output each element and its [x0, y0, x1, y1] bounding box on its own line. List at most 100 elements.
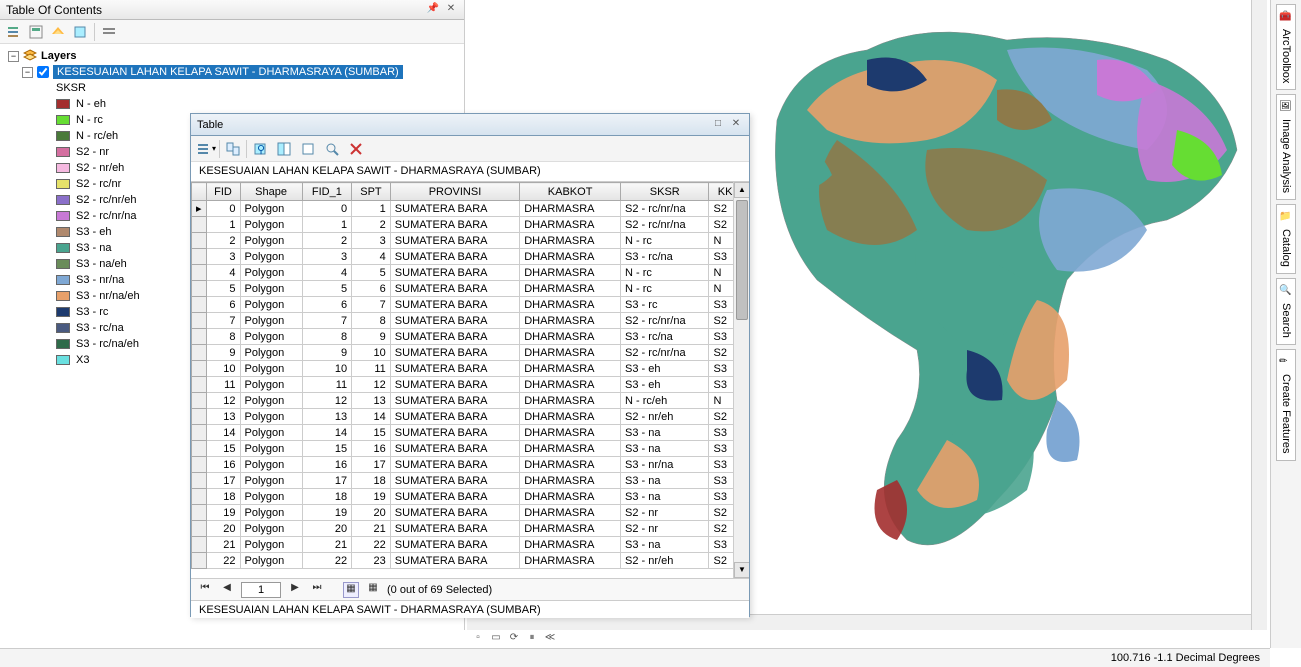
- cell[interactable]: Polygon: [240, 297, 302, 313]
- layer-visibility-checkbox[interactable]: [37, 66, 49, 78]
- cell[interactable]: 12: [352, 377, 391, 393]
- cell[interactable]: 11: [352, 361, 391, 377]
- cell[interactable]: SUMATERA BARA: [390, 265, 519, 281]
- row-selector[interactable]: [192, 473, 207, 489]
- cell[interactable]: SUMATERA BARA: [390, 249, 519, 265]
- refresh-icon[interactable]: ⟳: [507, 632, 521, 646]
- cell[interactable]: 19: [302, 505, 352, 521]
- cell[interactable]: SUMATERA BARA: [390, 441, 519, 457]
- cell[interactable]: DHARMASRA: [520, 425, 621, 441]
- cell[interactable]: 5: [206, 281, 240, 297]
- cell[interactable]: Polygon: [240, 265, 302, 281]
- cell[interactable]: SUMATERA BARA: [390, 233, 519, 249]
- cell[interactable]: SUMATERA BARA: [390, 425, 519, 441]
- cell[interactable]: Polygon: [240, 233, 302, 249]
- row-selector[interactable]: [192, 217, 207, 233]
- pin-icon[interactable]: 📌: [426, 3, 440, 17]
- cell[interactable]: S3 - na: [621, 473, 709, 489]
- cell[interactable]: DHARMASRA: [520, 553, 621, 569]
- cell[interactable]: 2: [302, 233, 352, 249]
- cell[interactable]: SUMATERA BARA: [390, 409, 519, 425]
- cell[interactable]: 9: [302, 345, 352, 361]
- cell[interactable]: N - rc: [621, 265, 709, 281]
- cell[interactable]: 0: [206, 201, 240, 217]
- show-all-icon[interactable]: ▦: [343, 582, 359, 598]
- clear-selection-icon[interactable]: [297, 138, 319, 160]
- cell[interactable]: DHARMASRA: [520, 281, 621, 297]
- nav-last-icon[interactable]: ⏭: [309, 582, 325, 598]
- table-row[interactable]: 21Polygon2122SUMATERA BARADHARMASRAS3 - …: [192, 537, 749, 553]
- row-selector[interactable]: [192, 345, 207, 361]
- cell[interactable]: S3 - rc/na: [621, 249, 709, 265]
- cell[interactable]: 17: [206, 473, 240, 489]
- data-view-icon[interactable]: ▫: [471, 632, 485, 646]
- table-row[interactable]: 12Polygon1213SUMATERA BARADHARMASRAN - r…: [192, 393, 749, 409]
- cell[interactable]: Polygon: [240, 473, 302, 489]
- cell[interactable]: S2 - rc/nr/na: [621, 345, 709, 361]
- cell[interactable]: SUMATERA BARA: [390, 361, 519, 377]
- cell[interactable]: DHARMASRA: [520, 441, 621, 457]
- cell[interactable]: 21: [206, 537, 240, 553]
- table-tab[interactable]: KESESUAIAN LAHAN KELAPA SAWIT - DHARMASR…: [191, 600, 749, 618]
- cell[interactable]: 0: [302, 201, 352, 217]
- cell[interactable]: DHARMASRA: [520, 521, 621, 537]
- column-header[interactable]: PROVINSI: [390, 183, 519, 201]
- cell[interactable]: 15: [206, 441, 240, 457]
- list-by-drawing-order-icon[interactable]: [4, 22, 24, 42]
- cell[interactable]: S2 - nr: [621, 505, 709, 521]
- row-selector[interactable]: [192, 505, 207, 521]
- cell[interactable]: 8: [302, 329, 352, 345]
- cell[interactable]: 10: [352, 345, 391, 361]
- cell[interactable]: S2 - nr: [621, 521, 709, 537]
- table-row[interactable]: 5Polygon56SUMATERA BARADHARMASRAN - rcN: [192, 281, 749, 297]
- cell[interactable]: S3 - eh: [621, 377, 709, 393]
- cell[interactable]: 16: [352, 441, 391, 457]
- table-row[interactable]: 11Polygon1112SUMATERA BARADHARMASRAS3 - …: [192, 377, 749, 393]
- cell[interactable]: DHARMASRA: [520, 297, 621, 313]
- cell[interactable]: SUMATERA BARA: [390, 473, 519, 489]
- cell[interactable]: Polygon: [240, 505, 302, 521]
- layout-view-icon[interactable]: ▭: [489, 632, 503, 646]
- zoom-selected-icon[interactable]: [321, 138, 343, 160]
- cell[interactable]: 8: [206, 329, 240, 345]
- cell[interactable]: N - rc: [621, 233, 709, 249]
- table-row[interactable]: 7Polygon78SUMATERA BARADHARMASRAS2 - rc/…: [192, 313, 749, 329]
- row-selector[interactable]: [192, 409, 207, 425]
- cell[interactable]: 11: [302, 377, 352, 393]
- cell[interactable]: 22: [302, 553, 352, 569]
- cell[interactable]: S3 - rc/na: [621, 329, 709, 345]
- table-row[interactable]: 1Polygon12SUMATERA BARADHARMASRAS2 - rc/…: [192, 217, 749, 233]
- row-selector[interactable]: [192, 265, 207, 281]
- row-selector[interactable]: [192, 361, 207, 377]
- cell[interactable]: 1: [206, 217, 240, 233]
- table-row[interactable]: ▸0Polygon01SUMATERA BARADHARMASRAS2 - rc…: [192, 201, 749, 217]
- cell[interactable]: 21: [302, 537, 352, 553]
- cell[interactable]: 20: [352, 505, 391, 521]
- cell[interactable]: S2 - nr/eh: [621, 553, 709, 569]
- resume-icon[interactable]: ≪: [543, 632, 557, 646]
- column-header[interactable]: FID_1: [302, 183, 352, 201]
- cell[interactable]: 21: [352, 521, 391, 537]
- cell[interactable]: SUMATERA BARA: [390, 521, 519, 537]
- row-selector[interactable]: [192, 441, 207, 457]
- cell[interactable]: SUMATERA BARA: [390, 217, 519, 233]
- cell[interactable]: Polygon: [240, 393, 302, 409]
- side-tab-arctoolbox[interactable]: 🧰ArcToolbox: [1276, 4, 1296, 90]
- cell[interactable]: 7: [206, 313, 240, 329]
- cell[interactable]: 3: [206, 249, 240, 265]
- column-header[interactable]: SKSR: [621, 183, 709, 201]
- table-titlebar[interactable]: Table □ ✕: [191, 114, 749, 136]
- row-selector[interactable]: ▸: [192, 201, 207, 217]
- cell[interactable]: 20: [302, 521, 352, 537]
- cell[interactable]: 14: [302, 425, 352, 441]
- cell[interactable]: S2 - rc/nr/na: [621, 217, 709, 233]
- cell[interactable]: 13: [302, 409, 352, 425]
- cell[interactable]: SUMATERA BARA: [390, 537, 519, 553]
- cell[interactable]: N - rc: [621, 281, 709, 297]
- cell[interactable]: S3 - rc: [621, 297, 709, 313]
- options-icon[interactable]: [99, 22, 119, 42]
- column-header[interactable]: FID: [206, 183, 240, 201]
- row-selector[interactable]: [192, 553, 207, 569]
- cell[interactable]: DHARMASRA: [520, 313, 621, 329]
- row-selector[interactable]: [192, 393, 207, 409]
